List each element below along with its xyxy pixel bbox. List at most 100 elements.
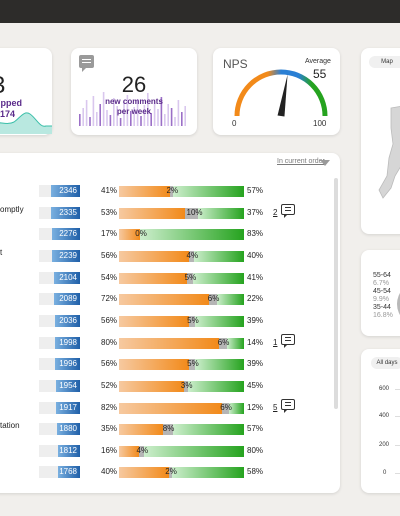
sentiment-stack: 5% (119, 359, 244, 371)
positive-segment (197, 207, 244, 219)
table-row[interactable]: 1812 16% 4% 80% (0, 444, 340, 458)
kpi-comments-label-line2: per week (116, 107, 152, 116)
negative-segment (119, 424, 163, 436)
count-bar: 1880 (39, 423, 80, 436)
comment-count-link[interactable]: 2 (273, 208, 277, 217)
row-count: 1768 (59, 467, 77, 477)
comment-count-link[interactable]: 5 (273, 403, 277, 412)
gridline (395, 473, 400, 474)
negative-pct: 54% (101, 272, 118, 282)
row-count: 2346 (59, 186, 77, 195)
sentiment-stack: 4% (119, 250, 244, 262)
negative-segment (119, 186, 171, 197)
comment-icon[interactable] (281, 333, 295, 348)
y-tick-400: 400 (379, 413, 390, 419)
comment-volume-bar (89, 117, 91, 126)
row-count: 1917 (59, 402, 77, 412)
negative-segment (119, 359, 189, 371)
sentiment-stack: 5% (119, 315, 244, 327)
top-bar (0, 0, 400, 23)
neutral-pct: 5% (187, 315, 199, 325)
comment-count-link[interactable]: 1 (273, 338, 277, 347)
positive-segment (140, 229, 244, 241)
count-bar: 1917 (39, 401, 80, 414)
table-row[interactable]: 2036 56% 5% 39% (0, 314, 340, 328)
negative-pct: 56% (101, 359, 118, 369)
neutral-pct: 2% (166, 186, 179, 195)
gridline (395, 416, 400, 417)
positive-segment (172, 424, 244, 436)
sentiment-stack: 6% (119, 402, 244, 414)
negative-pct: 80% (101, 337, 118, 347)
age-pct-2: 9.9% (373, 296, 389, 303)
sentiment-stack: 5% (119, 272, 244, 284)
neutral-pct: 10% (186, 207, 203, 217)
table-row[interactable]: 2335 53% 10% 37% 2 (0, 203, 340, 220)
negative-pct: 40% (101, 467, 118, 477)
nps-gauge-max: 100 (313, 119, 327, 128)
count-bar: 2239 (39, 249, 80, 262)
row-count: 1954 (59, 380, 77, 390)
positive-pct: 58% (247, 467, 264, 477)
sort-dropdown-icon[interactable] (320, 160, 330, 166)
neutral-pct: 2% (165, 467, 177, 477)
positive-pct: 22% (247, 294, 264, 304)
positive-pct: 80% (247, 445, 264, 455)
map-card[interactable]: Map (361, 48, 400, 234)
negative-segment (119, 402, 222, 414)
table-row[interactable]: 1998 80% 6% 14% 1 (0, 333, 340, 350)
row-count: 2239 (59, 250, 77, 260)
kpi-card-skipped[interactable]: 3 skipped 174 (0, 48, 52, 135)
count-bar: 2335 (39, 206, 80, 219)
map-tab[interactable]: Map (369, 56, 400, 68)
row-count: 2089 (59, 294, 77, 304)
table-row[interactable]: 2276 17% 0% 83% (0, 228, 340, 241)
sort-order-link[interactable]: In current order (277, 158, 325, 165)
neutral-pct: 8% (162, 424, 175, 434)
negative-segment (119, 250, 189, 262)
y-tick-0: 0 (383, 470, 387, 476)
y-tick-600: 600 (379, 386, 390, 392)
kpi-card-comments[interactable]: 26 new comments per week (71, 48, 197, 135)
negative-pct: 53% (101, 207, 118, 217)
negative-segment (119, 315, 189, 327)
table-row[interactable]: 2089 72% 6% 22% (0, 293, 340, 306)
positive-segment (194, 250, 244, 262)
kpi-skipped-label: skipped (0, 98, 23, 108)
positive-pct: 37% (247, 207, 264, 217)
negative-segment (119, 380, 184, 392)
neutral-pct: 0% (135, 229, 147, 239)
map-shape (378, 106, 400, 199)
neutral-pct: 6% (217, 337, 230, 347)
positive-pct: 57% (247, 186, 264, 195)
count-bar: 2104 (39, 271, 80, 284)
table-row[interactable]: 1996 56% 5% 39% (0, 358, 340, 371)
kpi-card-nps[interactable]: NPS Average 55 0 100 (213, 48, 340, 135)
count-bar: 1812 (39, 444, 80, 457)
table-row[interactable]: 1917 82% 6% 12% 5 (0, 398, 340, 415)
table-row[interactable]: 1768 40% 2% 58% (0, 466, 340, 479)
table-row[interactable]: 2239 56% 4% 40% (0, 249, 340, 263)
age-card: 55-64 6.7% 45-54 9.9% 35-44 16.8% (361, 250, 400, 336)
period-selector[interactable]: All days (371, 357, 400, 369)
y-tick-200: 200 (379, 442, 390, 448)
age-pct-3: 16.8% (373, 312, 393, 319)
table-row[interactable]: 1954 52% 3% 45% (0, 379, 340, 393)
comment-icon[interactable] (281, 203, 295, 218)
positive-pct: 45% (247, 380, 264, 390)
table-row[interactable]: 1880 35% 8% 57% (0, 423, 340, 436)
comment-icon[interactable] (281, 398, 295, 413)
positive-pct: 57% (247, 424, 264, 434)
timeline-card: All days 600 400 200 0 (361, 349, 400, 493)
neutral-pct: 5% (184, 272, 197, 282)
kpi-comments-number: 26 (121, 72, 147, 97)
positive-pct: 40% (247, 250, 264, 260)
gridline (395, 445, 400, 446)
negative-segment (119, 294, 209, 306)
negative-pct: 72% (101, 294, 118, 304)
table-row[interactable]: 2346 41% 2% 57% (0, 185, 340, 198)
count-bar: 1954 (39, 379, 80, 392)
table-row[interactable]: 2104 54% 5% 41% (0, 271, 340, 285)
row-count: 1880 (59, 424, 77, 434)
age-range-1: 55-64 (373, 272, 391, 279)
